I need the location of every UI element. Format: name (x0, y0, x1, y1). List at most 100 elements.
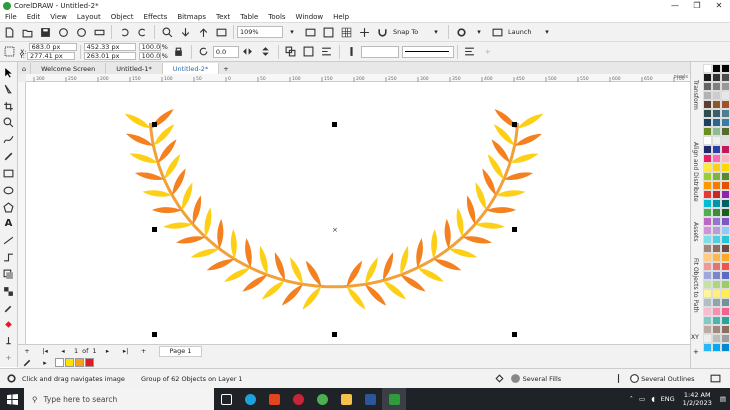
menu-layout[interactable]: Layout (72, 13, 106, 21)
document-swatch[interactable] (85, 358, 94, 367)
snap-to-dropdown[interactable]: Snap To (391, 26, 427, 38)
interactive-fill-tool-icon[interactable] (2, 318, 16, 331)
laurel-leaf[interactable] (241, 272, 269, 294)
palette-swatch[interactable] (703, 145, 712, 154)
palette-swatch[interactable] (721, 271, 730, 280)
status-fill-text[interactable]: Several Fills (523, 375, 562, 383)
pick-tool-arrow-icon[interactable] (2, 66, 16, 79)
windows-start-icon[interactable] (0, 388, 24, 410)
print-icon[interactable] (92, 25, 106, 39)
palette-swatch[interactable] (712, 271, 721, 280)
zoom-level-field[interactable]: 109% (237, 26, 283, 38)
palette-swatch[interactable] (712, 100, 721, 109)
laurel-leaf[interactable] (280, 282, 305, 308)
palette-swatch[interactable] (703, 334, 712, 343)
palette-swatch[interactable] (721, 307, 730, 316)
laurel-leaf[interactable] (444, 218, 452, 249)
palette-swatch[interactable] (721, 325, 730, 334)
mirror-vertical-icon[interactable] (259, 45, 273, 59)
width-field[interactable]: 452.33 px (83, 43, 136, 51)
lock-ratio-icon[interactable] (172, 45, 186, 59)
palette-swatch[interactable] (703, 316, 712, 325)
palette-swatch[interactable] (721, 172, 730, 181)
zoom-dropdown-chevron-icon[interactable]: ▾ (285, 25, 299, 39)
launch-dropdown-chevron-icon[interactable]: ▾ (540, 25, 554, 39)
palette-swatch[interactable] (712, 109, 721, 118)
file-explorer-icon[interactable] (334, 388, 358, 410)
palette-swatch[interactable] (703, 208, 712, 217)
palette-swatch[interactable] (703, 253, 712, 262)
save-icon[interactable] (38, 25, 52, 39)
palette-swatch[interactable] (721, 73, 730, 82)
outline-pen-status-icon[interactable] (611, 372, 625, 386)
palette-swatch[interactable] (712, 235, 721, 244)
tray-clock-time[interactable]: 1:42 AM (684, 391, 711, 399)
palette-swatch[interactable] (703, 109, 712, 118)
laurel-leaf[interactable] (516, 111, 545, 131)
laurel-leaf[interactable] (163, 221, 193, 230)
palette-swatch[interactable] (721, 145, 730, 154)
palette-swatch[interactable] (703, 82, 712, 91)
palette-swatch[interactable] (721, 343, 730, 352)
docker-tab-fit-objects-to-path[interactable]: Fit Objects to Path (692, 258, 699, 313)
align-distribute-icon[interactable] (463, 45, 477, 59)
full-screen-preview-icon[interactable] (303, 25, 317, 39)
laurel-leaf[interactable] (475, 221, 505, 230)
laurel-wreath-artwork[interactable] (26, 82, 690, 344)
word-app-icon[interactable] (358, 388, 382, 410)
tab-untitled-2[interactable]: Untitled-2* (162, 63, 220, 74)
task-view-icon[interactable] (214, 388, 238, 410)
laurel-leaf[interactable] (464, 195, 478, 226)
laurel-leaf[interactable] (431, 229, 438, 259)
palette-swatch[interactable] (712, 181, 721, 190)
tray-language[interactable]: ENG (661, 395, 675, 403)
palette-swatch[interactable] (721, 334, 730, 343)
snap-dropdown-chevron-icon[interactable]: ▾ (429, 25, 443, 39)
document-swatch[interactable] (65, 358, 74, 367)
drop-shadow-tool-icon[interactable] (2, 268, 16, 281)
palette-swatch[interactable] (703, 199, 712, 208)
menu-table[interactable]: Table (235, 13, 263, 21)
palette-swatch[interactable] (721, 262, 730, 271)
palette-swatch[interactable] (721, 190, 730, 199)
tray-network-icon[interactable]: ▭ (639, 395, 645, 403)
menu-window[interactable]: Window (291, 13, 329, 21)
palette-swatch[interactable] (712, 289, 721, 298)
parallel-dimension-tool-icon[interactable] (2, 234, 16, 247)
close-button[interactable]: ✕ (708, 0, 730, 11)
palette-swatch[interactable] (721, 64, 730, 73)
palette-swatch[interactable] (703, 325, 712, 334)
palette-swatch[interactable] (712, 163, 721, 172)
tab-home-icon[interactable]: ⌂ (18, 63, 32, 74)
vertical-ruler[interactable] (18, 82, 26, 344)
new-document-icon[interactable] (2, 25, 16, 39)
shape-tool-icon[interactable] (2, 83, 16, 96)
wrap-text-icon[interactable] (320, 45, 334, 59)
transparency-tool-icon[interactable] (2, 285, 16, 298)
palette-swatch[interactable] (703, 163, 712, 172)
laurel-leaf[interactable] (448, 246, 478, 260)
palette-swatch[interactable] (703, 172, 712, 181)
horizontal-ruler[interactable]: 300 250 200 150 100 50 0 50 100 150 200 250 300 350 40… (26, 74, 690, 82)
tray-chevron-icon[interactable]: ˄ (630, 395, 633, 403)
minimize-button[interactable]: — (664, 0, 686, 11)
palette-swatch[interactable] (712, 145, 721, 154)
launch-dropdown[interactable]: Launch (506, 26, 538, 38)
palette-swatch[interactable] (712, 64, 721, 73)
options-gear-icon[interactable] (454, 25, 468, 39)
rotation-angle-field[interactable]: 0.0 (212, 45, 239, 58)
palette-swatch[interactable] (712, 136, 721, 145)
office-app-icon[interactable] (262, 388, 286, 410)
palette-swatch[interactable] (721, 226, 730, 235)
docker-tab-align-distribute[interactable]: Align and Distribute (692, 142, 699, 202)
next-page-icon[interactable]: ▸ (101, 344, 115, 358)
page-1-tab[interactable]: Page 1 (158, 345, 203, 357)
palette-swatch[interactable] (721, 316, 730, 325)
docker-tab-transform[interactable]: Transform (692, 80, 699, 110)
palette-swatch[interactable] (712, 325, 721, 334)
color-proofing-icon[interactable] (708, 372, 722, 386)
x-position-field[interactable]: 683.0 px (28, 43, 77, 51)
palette-swatch[interactable] (703, 289, 712, 298)
laurel-leaf[interactable] (432, 256, 462, 273)
eyedropper-tool-icon[interactable] (2, 302, 16, 315)
